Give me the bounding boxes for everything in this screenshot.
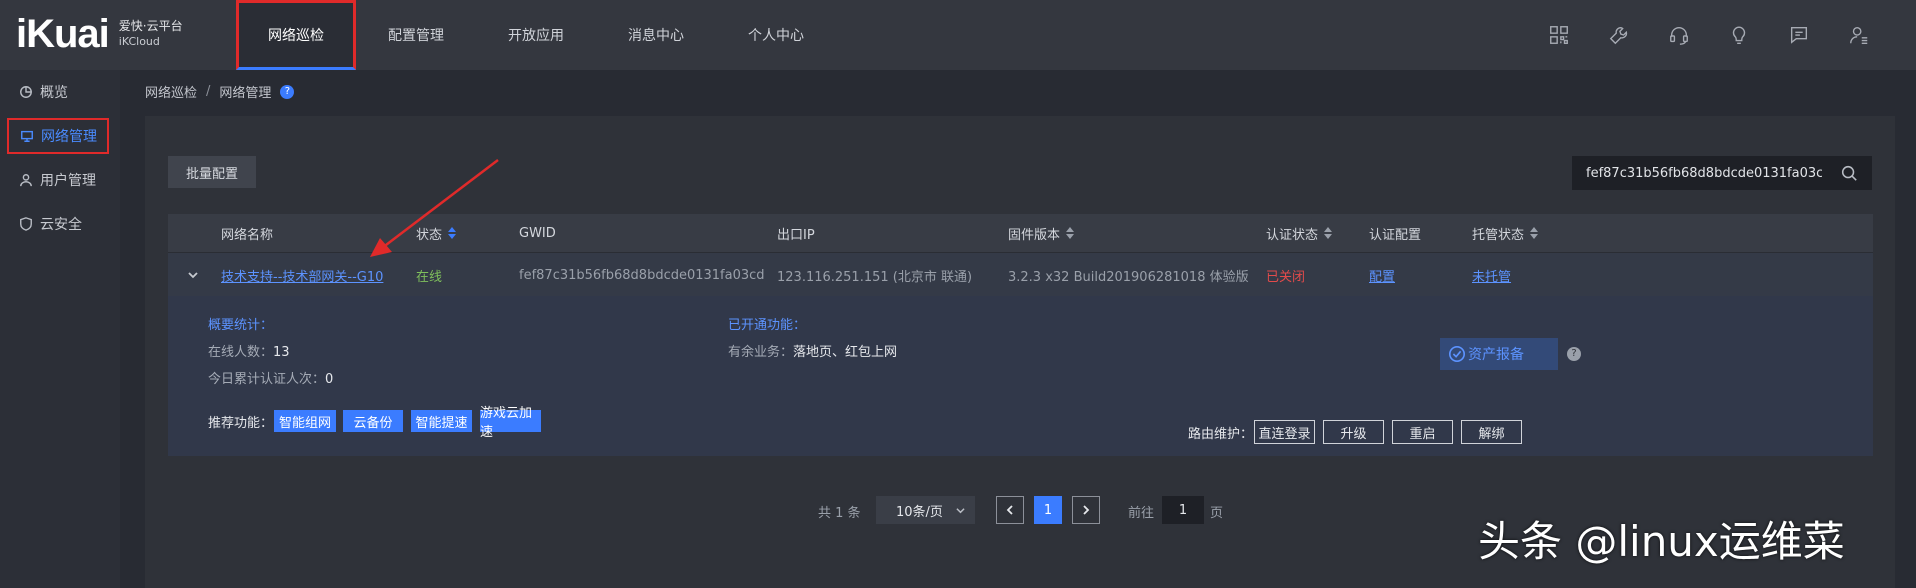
asset-report-button[interactable]: 资产报备 (1440, 338, 1558, 370)
sidebar-item-user-management[interactable]: 用户管理 (0, 162, 120, 198)
prev-page-button[interactable] (996, 496, 1024, 524)
network-table: 网络名称 状态 GWID 出口IP 固件版本 认证状态 认证配置 托管状态 技术… (168, 214, 1873, 456)
unbind-button[interactable]: 解绑 (1461, 420, 1522, 444)
business-value: 落地页、红包上网 (793, 345, 898, 360)
wrench-icon[interactable] (1602, 20, 1636, 50)
nav-item-personal-center[interactable]: 个人中心 (716, 0, 836, 70)
headset-icon[interactable] (1662, 20, 1696, 50)
qrcode-icon[interactable] (1542, 20, 1576, 50)
col-auth-status[interactable]: 认证状态 (1266, 214, 1333, 252)
sidebar-item-label: 网络管理 (41, 129, 97, 145)
tag-cloud-backup[interactable]: 云备份 (343, 410, 403, 432)
goto-page-input[interactable] (1162, 496, 1204, 524)
col-firmware[interactable]: 固件版本 (1008, 214, 1075, 252)
hosting-status-link[interactable]: 未托管 (1472, 266, 1511, 285)
nav-item-open-apps[interactable]: 开放应用 (476, 0, 596, 70)
breadcrumb-current: 网络管理 (219, 86, 272, 101)
current-page[interactable]: 1 (1034, 496, 1062, 524)
breadcrumb-root[interactable]: 网络巡检 (145, 82, 197, 101)
breadcrumb-separator: / (206, 84, 211, 99)
features-title: 已开通功能： (728, 318, 807, 333)
logo-mark: iKuai (16, 12, 110, 56)
monitor-icon (21, 130, 33, 142)
business-info: 有余业务：落地页、红包上网 (728, 345, 898, 360)
sort-icon[interactable] (448, 227, 457, 239)
top-icons (1542, 20, 1876, 50)
goto-label: 前往 (1128, 506, 1155, 521)
logo-name-cn: 爱快·云平台 (118, 19, 183, 33)
col-ip: 出口IP (777, 227, 815, 243)
tag-smart-speedup[interactable]: 智能提速 (411, 410, 472, 432)
nav-item-network-inspection[interactable]: 网络巡检 (236, 0, 356, 70)
online-count-value: 13 (273, 345, 290, 360)
search-icon[interactable] (1840, 164, 1858, 182)
chevron-down-icon (956, 508, 965, 514)
network-name-link[interactable]: 技术支持--技术部网关--G10 (221, 266, 383, 285)
ip-value: 123.116.251.151 (北京市 联通) (777, 269, 973, 285)
reboot-button[interactable]: 重启 (1392, 420, 1453, 444)
search-input[interactable] (1586, 165, 1822, 181)
sidebar-item-overview[interactable]: 概览 (0, 74, 120, 110)
chevron-right-icon (1083, 505, 1090, 515)
help-icon[interactable]: ? (280, 84, 295, 99)
main-nav: 网络巡检 配置管理 开放应用 消息中心 个人中心 (236, 0, 836, 70)
page-size-select[interactable]: 10条/页 (876, 496, 975, 524)
sidebar-item-label: 用户管理 (40, 173, 96, 189)
auth-count-value: 0 (325, 372, 334, 387)
breadcrumb: 网络巡检 / 网络管理 ? (145, 82, 295, 101)
user-icon (20, 174, 32, 187)
online-count: 在线人数：13 (208, 345, 290, 360)
asset-report-icon (1448, 345, 1466, 363)
bulb-icon[interactable] (1722, 20, 1756, 50)
shield-icon (20, 217, 32, 231)
sidebar-item-label: 云安全 (40, 217, 82, 233)
firmware-value: 3.2.3 x32 Build201906281018 体验版 (1008, 269, 1249, 285)
chevron-left-icon (1006, 505, 1013, 515)
auth-status-value: 已关闭 (1266, 269, 1306, 285)
router-maintenance-label: 路由维护： (1188, 427, 1254, 442)
auth-count: 今日累计认证人次：0 (208, 372, 334, 387)
nav-item-config-management[interactable]: 配置管理 (356, 0, 476, 70)
sidebar-item-network-management[interactable]: 网络管理 (7, 118, 109, 154)
row-detail-panel: 概要统计： 在线人数：13 今日累计认证人次：0 已开通功能： 有余业务：落地页… (168, 296, 1873, 456)
sidebar-item-cloud-security[interactable]: 云安全 (0, 206, 120, 242)
tag-smart-network[interactable]: 智能组网 (274, 410, 336, 432)
col-network-name: 网络名称 (221, 227, 274, 243)
col-auth-config: 认证配置 (1369, 227, 1422, 243)
pagination-total: 共 1 条 (818, 506, 861, 521)
table-row: 技术支持--技术部网关--G10 在线 fef87c31b56fb68d8bdc… (168, 252, 1873, 296)
col-hosting-status[interactable]: 托管状态 (1472, 214, 1539, 252)
upgrade-button[interactable]: 升级 (1323, 420, 1384, 444)
next-page-button[interactable] (1072, 496, 1100, 524)
recommend-label: 推荐功能： (208, 416, 274, 431)
logo[interactable]: iKuai 爱快·云平台 iKCloud (16, 14, 183, 54)
sort-icon[interactable] (1066, 227, 1075, 239)
nav-item-message-center[interactable]: 消息中心 (596, 0, 716, 70)
sidebar-item-label: 概览 (40, 85, 68, 101)
tag-game-acceleration[interactable]: 游戏云加速 (480, 406, 541, 440)
logo-text: 爱快·云平台 iKCloud (119, 19, 183, 49)
sort-icon[interactable] (1324, 227, 1333, 239)
sort-icon[interactable] (1530, 227, 1539, 239)
message-icon[interactable] (1782, 20, 1816, 50)
watermark: 头条 @linux运维菜 (1478, 517, 1845, 566)
help-icon[interactable]: ? (1567, 347, 1581, 361)
table-header: 网络名称 状态 GWID 出口IP 固件版本 认证状态 认证配置 托管状态 (168, 214, 1873, 252)
page-unit-label: 页 (1210, 506, 1224, 521)
gwid-value: fef87c31b56fb68d8bdcde0131fa03cd (519, 267, 765, 283)
pie-chart-icon (20, 86, 32, 98)
status-badge: 在线 (416, 269, 443, 285)
logo-name-en: iKCloud (118, 35, 160, 48)
direct-login-button[interactable]: 直连登录 (1254, 420, 1315, 444)
top-bar: iKuai 爱快·云平台 iKCloud 网络巡检 配置管理 开放应用 消息中心… (0, 0, 1916, 70)
user-list-icon[interactable] (1842, 20, 1876, 50)
sidebar: 概览 网络管理 用户管理 云安全 (0, 70, 120, 588)
summary-title: 概要统计： (208, 318, 274, 333)
col-status[interactable]: 状态 (416, 214, 457, 252)
batch-config-button[interactable]: 批量配置 (168, 156, 256, 188)
chevron-down-icon[interactable] (188, 269, 198, 279)
search-box (1572, 156, 1872, 190)
auth-config-link[interactable]: 配置 (1369, 266, 1395, 285)
col-gwid: GWID (519, 225, 556, 241)
